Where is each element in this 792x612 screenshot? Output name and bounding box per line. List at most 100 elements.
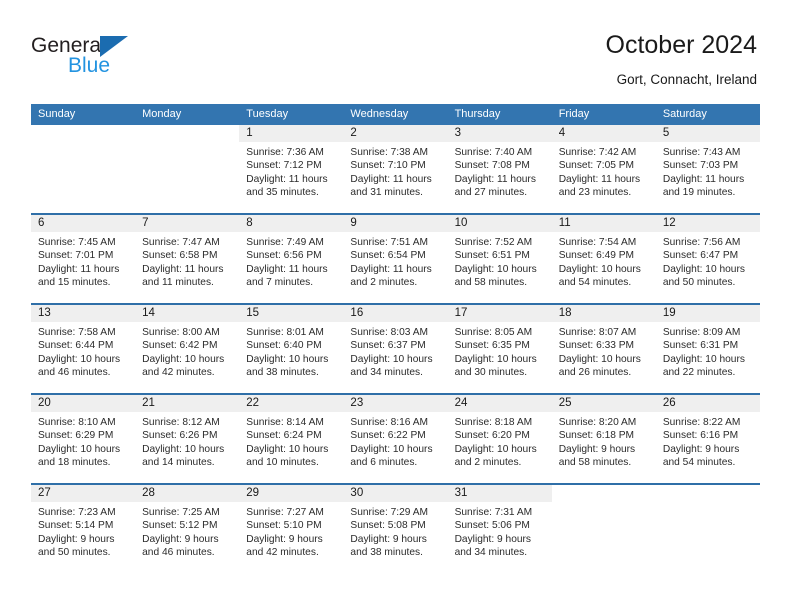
daylight-text: Daylight: 10 hours and 14 minutes. (142, 443, 225, 468)
sunrise-text: Sunrise: 7:52 AM (454, 237, 533, 248)
day-details: Sunrise: 8:09 AM Sunset: 6:31 PM Daylight:… (656, 322, 760, 379)
day-number: 22 (239, 395, 344, 412)
day-details: Sunrise: 8:01 AM Sunset: 6:40 PM Daylight:… (239, 322, 343, 379)
day-details: Sunrise: 8:20 AM Sunset: 6:18 PM Daylight:… (552, 412, 656, 469)
day-number: 2 (343, 125, 448, 142)
sunrise-text: Sunrise: 8:12 AM (142, 417, 220, 428)
calendar-day-cell[interactable]: 29 Sunrise: 7:27 AM Sunset: 5:10 PM Dayligh… (239, 485, 344, 573)
day-number (31, 125, 136, 142)
location-subtitle: Gort, Connacht, Ireland (616, 72, 757, 87)
daylight-text: Daylight: 10 hours and 30 minutes. (454, 353, 537, 378)
calendar-day-cell[interactable]: 12 Sunrise: 7:56 AM Sunset: 6:47 PM Dayligh… (655, 215, 760, 303)
calendar-day-cell[interactable]: 2 Sunrise: 7:38 AM Sunset: 7:10 PM Daylight… (343, 125, 448, 213)
sunset-text: Sunset: 6:54 PM (350, 250, 426, 262)
calendar-day-cell[interactable]: 15 Sunrise: 8:01 AM Sunset: 6:40 PM Dayligh… (239, 305, 344, 393)
calendar-day-cell[interactable]: 24 Sunrise: 8:18 AM Sunset: 6:20 PM Dayligh… (447, 395, 552, 483)
calendar-day-cell[interactable]: 1 Sunrise: 7:36 AM Sunset: 7:12 PM Daylight… (239, 125, 344, 213)
day-details: Sunrise: 8:18 AM Sunset: 6:20 PM Daylight:… (448, 412, 552, 469)
sunset-text: Sunset: 6:22 PM (350, 430, 426, 442)
calendar-day-cell[interactable]: 20 Sunrise: 8:10 AM Sunset: 6:29 PM Dayligh… (31, 395, 136, 483)
day-number: 28 (135, 485, 240, 502)
calendar-grid: Sunday Monday Tuesday Wednesday Thursday Frid… (31, 104, 760, 575)
weekday-header-sunday: Sunday (38, 108, 76, 120)
calendar-day-cell[interactable]: 16 Sunrise: 8:03 AM Sunset: 6:37 PM Dayligh… (343, 305, 448, 393)
day-details: Sunrise: 7:31 AM Sunset: 5:06 PM Daylight:… (448, 502, 552, 559)
day-number: 4 (551, 125, 656, 142)
day-details: Sunrise: 7:49 AM Sunset: 6:56 PM Daylight:… (239, 232, 343, 289)
day-number: 9 (343, 215, 448, 232)
daylight-text: Daylight: 10 hours and 46 minutes. (38, 353, 121, 378)
calendar-day-cell[interactable]: 18 Sunrise: 8:07 AM Sunset: 6:33 PM Dayligh… (551, 305, 656, 393)
sunrise-text: Sunrise: 7:54 AM (558, 237, 637, 248)
day-details: Sunrise: 7:58 AM Sunset: 6:44 PM Daylight:… (31, 322, 135, 379)
day-number (655, 485, 760, 502)
sunrise-text: Sunrise: 8:22 AM (662, 417, 741, 428)
calendar-day-cell[interactable]: 7 Sunrise: 7:47 AM Sunset: 6:58 PM Daylight… (135, 215, 240, 303)
daylight-text: Daylight: 9 hours and 38 minutes. (350, 533, 427, 558)
day-details: Sunrise: 7:29 AM Sunset: 5:08 PM Daylight:… (343, 502, 447, 559)
day-number: 31 (447, 485, 552, 502)
day-details: Sunrise: 8:07 AM Sunset: 6:33 PM Daylight:… (552, 322, 656, 379)
page-title: October 2024 (605, 31, 758, 59)
sunset-text: Sunset: 7:01 PM (38, 250, 114, 262)
day-details: Sunrise: 8:14 AM Sunset: 6:24 PM Daylight:… (239, 412, 343, 469)
day-details: Sunrise: 7:45 AM Sunset: 7:01 PM Daylight:… (31, 232, 135, 289)
calendar-day-cell[interactable]: 28 Sunrise: 7:25 AM Sunset: 5:12 PM Dayligh… (135, 485, 240, 573)
daylight-text: Daylight: 10 hours and 2 minutes. (454, 443, 537, 468)
sunset-text: Sunset: 6:33 PM (558, 340, 635, 352)
daylight-text: Daylight: 11 hours and 11 minutes. (142, 263, 224, 288)
weekday-header-tuesday: Tuesday (246, 108, 289, 120)
day-number: 27 (31, 485, 136, 502)
sunset-text: Sunset: 6:24 PM (246, 430, 322, 442)
calendar-day-cell[interactable]: 27 Sunrise: 7:23 AM Sunset: 5:14 PM Dayligh… (31, 485, 136, 573)
calendar-day-cell[interactable]: 4 Sunrise: 7:42 AM Sunset: 7:05 PM Daylight… (551, 125, 656, 213)
sunrise-text: Sunrise: 8:07 AM (558, 327, 637, 338)
sunrise-text: Sunrise: 7:40 AM (454, 147, 533, 158)
calendar-day-cell[interactable]: 31 Sunrise: 7:31 AM Sunset: 5:06 PM Dayligh… (447, 485, 552, 573)
sunset-text: Sunset: 6:40 PM (246, 340, 322, 352)
day-details: Sunrise: 8:10 AM Sunset: 6:29 PM Daylight:… (31, 412, 135, 469)
day-number: 13 (31, 305, 136, 322)
day-number: 5 (655, 125, 760, 142)
calendar-day-cell[interactable]: 13 Sunrise: 7:58 AM Sunset: 6:44 PM Dayligh… (31, 305, 136, 393)
calendar-day-cell[interactable]: 19 Sunrise: 8:09 AM Sunset: 6:31 PM Dayligh… (655, 305, 760, 393)
calendar-day-cell-empty (655, 485, 760, 573)
calendar-day-cell[interactable]: 23 Sunrise: 8:16 AM Sunset: 6:22 PM Dayligh… (343, 395, 448, 483)
day-number: 23 (343, 395, 448, 412)
calendar-day-cell[interactable]: 17 Sunrise: 8:05 AM Sunset: 6:35 PM Dayligh… (447, 305, 552, 393)
calendar-day-cell[interactable]: 10 Sunrise: 7:52 AM Sunset: 6:51 PM Dayligh… (447, 215, 552, 303)
calendar-day-cell[interactable]: 30 Sunrise: 7:29 AM Sunset: 5:08 PM Dayligh… (343, 485, 448, 573)
generalblue-logo[interactable]: General Blue (31, 35, 231, 87)
day-number: 24 (447, 395, 552, 412)
calendar-week-row: 27 Sunrise: 7:23 AM Sunset: 5:14 PM Dayligh… (31, 485, 760, 575)
calendar-day-cell[interactable]: 22 Sunrise: 8:14 AM Sunset: 6:24 PM Dayligh… (239, 395, 344, 483)
calendar-day-cell[interactable]: 26 Sunrise: 8:22 AM Sunset: 6:16 PM Dayligh… (655, 395, 760, 483)
calendar-week-row: 20 Sunrise: 8:10 AM Sunset: 6:29 PM Dayligh… (31, 395, 760, 485)
sunrise-text: Sunrise: 7:47 AM (142, 237, 220, 248)
sunset-text: Sunset: 6:47 PM (662, 250, 739, 262)
day-number: 21 (135, 395, 240, 412)
calendar-day-cell[interactable]: 14 Sunrise: 8:00 AM Sunset: 6:42 PM Dayligh… (135, 305, 240, 393)
calendar-day-cell[interactable]: 5 Sunrise: 7:43 AM Sunset: 7:03 PM Daylight… (655, 125, 760, 213)
sunset-text: Sunset: 7:08 PM (454, 160, 530, 172)
sunset-text: Sunset: 6:35 PM (454, 340, 530, 352)
sunset-text: Sunset: 6:51 PM (454, 250, 530, 262)
day-details: Sunrise: 7:40 AM Sunset: 7:08 PM Daylight:… (448, 142, 552, 199)
calendar-day-cell[interactable]: 25 Sunrise: 8:20 AM Sunset: 6:18 PM Dayligh… (551, 395, 656, 483)
sunrise-text: Sunrise: 8:18 AM (454, 417, 533, 428)
calendar-day-cell[interactable]: 11 Sunrise: 7:54 AM Sunset: 6:49 PM Dayligh… (551, 215, 656, 303)
calendar-day-cell[interactable]: 3 Sunrise: 7:40 AM Sunset: 7:08 PM Daylight… (447, 125, 552, 213)
daylight-text: Daylight: 10 hours and 42 minutes. (142, 353, 225, 378)
calendar-day-cell-empty (31, 125, 136, 213)
day-number: 12 (655, 215, 760, 232)
day-details: Sunrise: 8:00 AM Sunset: 6:42 PM Daylight:… (135, 322, 239, 379)
daylight-text: Daylight: 11 hours and 35 minutes. (246, 173, 328, 198)
calendar-day-cell[interactable]: 9 Sunrise: 7:51 AM Sunset: 6:54 PM Daylight… (343, 215, 448, 303)
sunset-text: Sunset: 6:44 PM (38, 340, 114, 352)
calendar-day-cell[interactable]: 21 Sunrise: 8:12 AM Sunset: 6:26 PM Dayligh… (135, 395, 240, 483)
daylight-text: Daylight: 9 hours and 58 minutes. (558, 443, 636, 468)
day-details: Sunrise: 7:27 AM Sunset: 5:10 PM Daylight:… (239, 502, 343, 559)
calendar-day-cell[interactable]: 6 Sunrise: 7:45 AM Sunset: 7:01 PM Daylight… (31, 215, 136, 303)
day-number: 26 (655, 395, 760, 412)
calendar-day-cell[interactable]: 8 Sunrise: 7:49 AM Sunset: 6:56 PM Daylight… (239, 215, 344, 303)
